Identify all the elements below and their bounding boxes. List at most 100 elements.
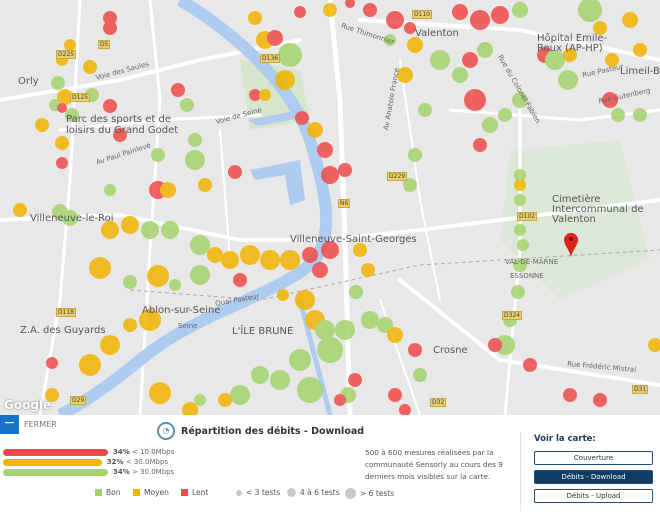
measurement-point[interactable] <box>452 4 468 20</box>
measurement-point[interactable] <box>294 6 306 18</box>
measurement-point[interactable] <box>221 251 239 269</box>
measurement-point[interactable] <box>514 194 526 206</box>
measurement-point[interactable] <box>338 163 352 177</box>
measurement-point[interactable] <box>335 320 355 340</box>
measurement-point[interactable] <box>79 354 101 376</box>
measurement-point[interactable] <box>103 99 117 113</box>
measurement-point[interactable] <box>477 42 493 58</box>
measurement-point[interactable] <box>348 373 362 387</box>
measurement-point[interactable] <box>275 70 295 90</box>
measurement-point[interactable] <box>307 122 323 138</box>
measurement-point[interactable] <box>388 388 402 402</box>
measurement-point[interactable] <box>334 394 346 406</box>
measurement-point[interactable] <box>297 377 323 403</box>
measurement-point[interactable] <box>408 343 422 357</box>
measurement-point[interactable] <box>633 43 647 57</box>
measurement-point[interactable] <box>498 108 512 122</box>
measurement-point[interactable] <box>611 108 625 122</box>
measurement-point[interactable] <box>295 111 309 125</box>
measurement-point[interactable] <box>277 289 289 301</box>
measurement-point[interactable] <box>312 262 328 278</box>
measurement-point[interactable] <box>363 3 377 17</box>
measurement-point[interactable] <box>100 335 120 355</box>
debits-upload-button[interactable]: Débits - Upload <box>534 489 653 503</box>
measurement-point[interactable] <box>141 221 159 239</box>
measurement-point[interactable] <box>233 273 247 287</box>
measurement-point[interactable] <box>648 338 660 352</box>
measurement-point[interactable] <box>149 382 171 404</box>
measurement-point[interactable] <box>121 216 139 234</box>
measurement-point[interactable] <box>123 318 137 332</box>
measurement-point[interactable] <box>452 67 468 83</box>
measurement-point[interactable] <box>430 50 450 70</box>
measurement-point[interactable] <box>259 89 271 101</box>
measurement-point[interactable] <box>323 3 337 17</box>
close-button[interactable]: − <box>0 415 19 434</box>
measurement-point[interactable] <box>56 157 68 169</box>
measurement-point[interactable] <box>89 257 111 279</box>
measurement-point[interactable] <box>361 311 379 329</box>
debits-download-button[interactable]: Débits - Download <box>534 470 653 484</box>
measurement-point[interactable] <box>160 182 176 198</box>
measurement-point[interactable] <box>517 239 529 251</box>
measurement-point[interactable] <box>491 6 509 24</box>
measurement-point[interactable] <box>317 337 343 363</box>
measurement-point[interactable] <box>633 108 647 122</box>
measurement-point[interactable] <box>267 30 283 46</box>
measurement-point[interactable] <box>408 148 422 162</box>
measurement-point[interactable] <box>151 148 165 162</box>
measurement-point[interactable] <box>482 117 498 133</box>
measurement-point[interactable] <box>317 142 333 158</box>
measurement-point[interactable] <box>407 37 423 53</box>
measurement-point[interactable] <box>563 388 577 402</box>
measurement-point[interactable] <box>248 11 262 25</box>
measurement-point[interactable] <box>278 43 302 67</box>
coverage-map[interactable]: Orly Parc des sports et de loisirs du Gr… <box>0 0 660 415</box>
close-label[interactable]: FERMER <box>24 420 57 429</box>
measurement-point[interactable] <box>361 263 375 277</box>
measurement-point[interactable] <box>169 279 181 291</box>
measurement-point[interactable] <box>188 133 202 147</box>
measurement-point[interactable] <box>218 393 232 407</box>
measurement-point[interactable] <box>578 0 602 22</box>
measurement-point[interactable] <box>289 349 311 371</box>
measurement-point[interactable] <box>185 150 205 170</box>
measurement-point[interactable] <box>622 12 638 28</box>
measurement-point[interactable] <box>51 76 65 90</box>
measurement-point[interactable] <box>161 221 179 239</box>
measurement-point[interactable] <box>295 290 315 310</box>
measurement-point[interactable] <box>207 247 223 263</box>
measurement-point[interactable] <box>353 243 367 257</box>
measurement-point[interactable] <box>345 0 355 8</box>
measurement-point[interactable] <box>488 338 502 352</box>
measurement-point[interactable] <box>190 235 210 255</box>
measurement-point[interactable] <box>35 118 49 132</box>
measurement-point[interactable] <box>512 2 528 18</box>
measurement-point[interactable] <box>194 394 206 406</box>
measurement-point[interactable] <box>511 285 525 299</box>
measurement-point[interactable] <box>57 103 67 113</box>
measurement-point[interactable] <box>386 11 404 29</box>
measurement-point[interactable] <box>228 165 242 179</box>
measurement-point[interactable] <box>349 285 363 299</box>
measurement-point[interactable] <box>260 250 280 270</box>
measurement-point[interactable] <box>180 98 194 112</box>
measurement-point[interactable] <box>198 178 212 192</box>
measurement-point[interactable] <box>593 393 607 407</box>
measurement-point[interactable] <box>240 245 260 265</box>
measurement-point[interactable] <box>104 184 116 196</box>
measurement-point[interactable] <box>418 103 432 117</box>
measurement-point[interactable] <box>399 404 411 415</box>
measurement-point[interactable] <box>123 275 137 289</box>
measurement-point[interactable] <box>230 385 250 405</box>
measurement-point[interactable] <box>387 327 403 343</box>
measurement-point[interactable] <box>523 358 537 372</box>
measurement-point[interactable] <box>514 224 526 236</box>
measurement-point[interactable] <box>171 83 185 97</box>
measurement-point[interactable] <box>321 166 339 184</box>
measurement-point[interactable] <box>190 265 210 285</box>
measurement-point[interactable] <box>413 368 427 382</box>
measurement-point[interactable] <box>46 357 58 369</box>
measurement-point[interactable] <box>514 179 526 191</box>
measurement-point[interactable] <box>147 265 169 287</box>
